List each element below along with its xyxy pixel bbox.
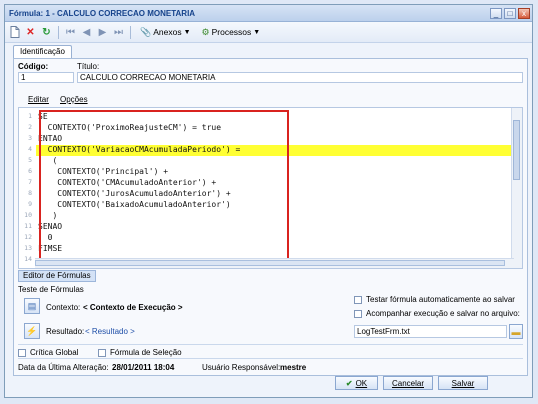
- line-number: 12: [24, 233, 32, 241]
- tab-strip: Identificação: [13, 45, 72, 58]
- divider: [18, 358, 523, 359]
- folder-icon: ▬: [511, 326, 521, 337]
- formula-selecao-checkbox[interactable]: [98, 349, 106, 357]
- vertical-scrollbar[interactable]: [511, 108, 522, 268]
- cancelar-label: Cancelar: [391, 378, 424, 388]
- contexto-value[interactable]: < Contexto de Execução >: [83, 303, 183, 312]
- identificacao-panel: Código: 1 Título: CALCULO CORRECAO MONET…: [13, 58, 528, 376]
- data-alteracao-value: 28/01/2011 18:04: [112, 363, 175, 372]
- line-number: 1: [28, 112, 32, 120]
- annotation-highlight-box: [39, 110, 289, 268]
- line-number: 8: [28, 189, 32, 197]
- last-record-icon[interactable]: ⏭: [112, 26, 125, 39]
- teste-section-title: Teste de Fórmulas: [18, 285, 84, 294]
- ok-label: OK: [355, 378, 368, 388]
- processos-menu[interactable]: ⚙ Processos ▼: [198, 27, 265, 38]
- arquivo-input[interactable]: LogTestFrm.txt: [354, 325, 507, 338]
- salvar-label: Salvar: [451, 378, 475, 388]
- chevron-down-icon: ▼: [253, 28, 261, 36]
- next-record-icon[interactable]: ▶: [96, 26, 109, 39]
- toolbar-separator: [58, 25, 59, 39]
- new-document-icon[interactable]: [8, 26, 21, 39]
- minimize-button[interactable]: _: [490, 7, 502, 19]
- testar-auto-label: Testar fórmula automaticamente ao salvar: [366, 295, 515, 304]
- resultado-link[interactable]: < Resultado >: [85, 327, 135, 336]
- gears-icon: ⚙: [201, 26, 210, 37]
- attachment-icon: 📎: [140, 26, 152, 37]
- line-number: 5: [28, 156, 32, 164]
- line-number-gutter: 1 2 3 4 5 6 7 8 9 10 11 12 13 14: [19, 108, 35, 268]
- title-bar: Fórmula: 1 - CALCULO CORRECAO MONETARIA …: [5, 5, 532, 22]
- salvar-button[interactable]: Salvar: [438, 376, 488, 390]
- tab-identificacao[interactable]: Identificação: [13, 45, 72, 58]
- toolbar-separator: [130, 25, 131, 39]
- context-icon: ▤: [27, 300, 37, 311]
- codigo-label: Código:: [18, 62, 49, 71]
- resultado-label: Resultado:: [46, 327, 85, 336]
- line-number: 10: [24, 211, 32, 219]
- acompanhar-checkbox[interactable]: [354, 310, 362, 318]
- testar-auto-checkbox[interactable]: [354, 296, 362, 304]
- editar-menu[interactable]: Editar: [28, 95, 49, 104]
- first-record-icon[interactable]: ⏮: [64, 26, 77, 39]
- previous-record-icon[interactable]: ◀: [80, 26, 93, 39]
- toolbar: ✕ ↻ ⏮ ◀ ▶ ⏭ 📎 Anexos ▼ ⚙ Processos ▼: [5, 22, 532, 43]
- usuario-label: Usuário Responsável:: [202, 363, 281, 372]
- critica-global-checkbox[interactable]: [18, 349, 26, 357]
- formula-selecao-label: Fórmula de Seleção: [110, 348, 182, 357]
- contexto-button[interactable]: ▤: [24, 298, 40, 314]
- usuario-value: mestre: [280, 363, 307, 372]
- line-number: 7: [28, 178, 32, 186]
- data-alteracao-label: Data da Última Alteração:: [18, 363, 109, 372]
- line-number: 6: [28, 167, 32, 175]
- cancelar-button[interactable]: Cancelar: [383, 376, 433, 390]
- window-title: Fórmula: 1 - CALCULO CORRECAO MONETARIA: [9, 8, 196, 18]
- anexos-menu[interactable]: 📎 Anexos ▼: [136, 27, 195, 38]
- scrollbar-thumb[interactable]: [513, 120, 520, 180]
- line-number: 9: [28, 200, 32, 208]
- browse-file-button[interactable]: ▬: [509, 324, 523, 339]
- formula-window: Fórmula: 1 - CALCULO CORRECAO MONETARIA …: [4, 4, 533, 398]
- acompanhar-label: Acompanhar execução e salvar no arquivo:: [366, 309, 520, 318]
- processos-label: Processos: [211, 27, 252, 37]
- delete-icon[interactable]: ✕: [24, 26, 37, 39]
- horizontal-scrollbar[interactable]: [35, 258, 514, 268]
- maximize-button[interactable]: □: [504, 7, 516, 19]
- scrollbar-thumb[interactable]: [35, 260, 505, 266]
- titulo-label: Título:: [77, 62, 100, 71]
- close-button[interactable]: x: [518, 7, 530, 19]
- line-number: 4: [28, 145, 32, 153]
- resultado-button[interactable]: ⚡: [24, 323, 40, 339]
- titulo-input[interactable]: CALCULO CORRECAO MONETARIA: [77, 72, 523, 83]
- lightning-icon: ⚡: [26, 325, 38, 336]
- line-number: 14: [24, 255, 32, 263]
- ok-button[interactable]: ✔ OK: [335, 376, 378, 390]
- line-number: 13: [24, 244, 32, 252]
- anexos-label: Anexos: [153, 27, 182, 37]
- codigo-input[interactable]: 1: [18, 72, 74, 83]
- opcoes-menu[interactable]: Opções: [60, 95, 88, 104]
- chevron-down-icon: ▼: [183, 28, 191, 36]
- line-number: 2: [28, 123, 32, 131]
- tab-editor-formulas[interactable]: Editor de Fórmulas: [18, 270, 96, 282]
- line-number: 3: [28, 134, 32, 142]
- contexto-label: Contexto:: [46, 303, 81, 312]
- formula-editor[interactable]: 1 2 3 4 5 6 7 8 9 10 11 12 13 14 SE CONT…: [18, 107, 523, 269]
- divider: [18, 344, 523, 345]
- refresh-icon[interactable]: ↻: [40, 26, 53, 39]
- critica-global-label: Crítica Global: [30, 348, 79, 357]
- check-icon: ✔: [345, 378, 353, 388]
- line-number: 11: [24, 222, 32, 230]
